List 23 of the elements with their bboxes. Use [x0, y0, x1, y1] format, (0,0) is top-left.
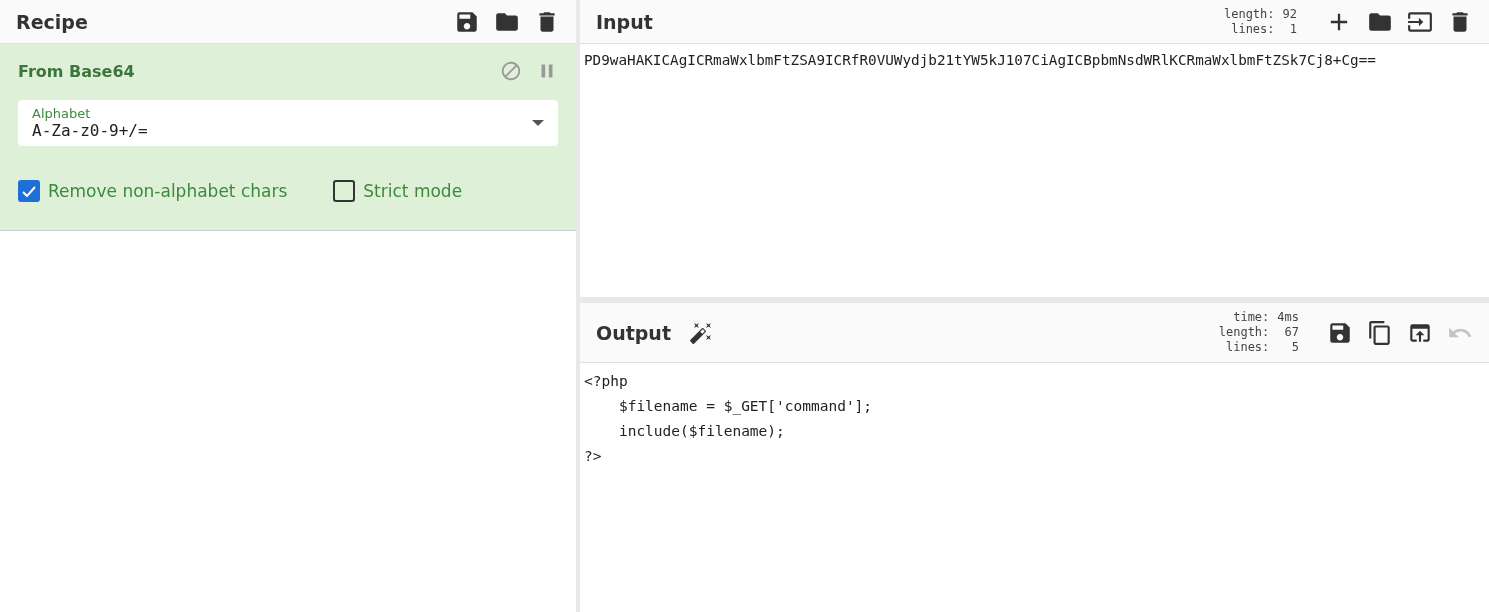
dropdown-caret-icon	[532, 120, 544, 126]
stat-value: 5	[1290, 340, 1299, 355]
option-checkbox[interactable]: Strict mode	[333, 180, 463, 202]
stat-label: length:	[1218, 325, 1270, 340]
alphabet-dropdown[interactable]: Alphabet A-Za-z0-9+/=	[18, 100, 558, 146]
output-text: <?php $filename = $_GET['command']; include($filename); ?>	[583, 372, 874, 466]
stat-value: 1	[1288, 21, 1297, 37]
option-checkbox[interactable]: Remove non-alphabet chars	[18, 180, 288, 202]
input-text[interactable]: PD9waHAKICAgICRmaWxlbmFtZSA9ICRfR0VUWydjb21tYW5kJ107CiAgICBpbmNsdWRlKCRmaWxlbmFtZSk7Cj8+Cg==	[580, 44, 1489, 297]
stat-value: 92	[1282, 6, 1297, 22]
stat-value: 4ms	[1277, 310, 1299, 325]
check-icon	[22, 185, 36, 197]
checkbox[interactable]	[18, 180, 40, 202]
stat-label: lines:	[1224, 340, 1270, 355]
checkbox[interactable]	[333, 180, 356, 202]
panel-title: Input	[596, 10, 653, 33]
operation-title: From Base64	[18, 61, 135, 81]
stat-label: time:	[1232, 310, 1270, 325]
stat-label: lines:	[1230, 21, 1275, 37]
panel-title: Output	[596, 321, 671, 344]
stat-label: length:	[1223, 6, 1275, 22]
panel-title: Recipe	[16, 10, 88, 33]
stat-value: 67	[1283, 325, 1299, 340]
